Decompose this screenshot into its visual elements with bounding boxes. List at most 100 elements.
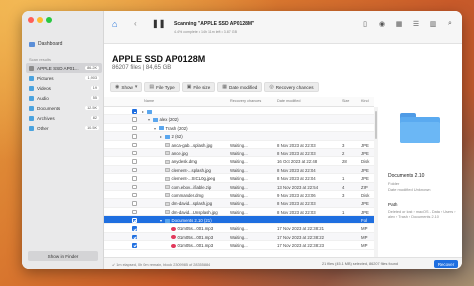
row-checkbox[interactable] bbox=[132, 226, 137, 231]
table-row[interactable]: commander.dmg Waiting... 9 Nov 2023 at 23:… bbox=[104, 191, 374, 200]
sidebar-item-count: 86.2K bbox=[85, 66, 99, 70]
folder-icon bbox=[165, 218, 170, 223]
sidebar-item-count: 12.5K bbox=[85, 106, 99, 110]
row-checkbox[interactable] bbox=[132, 159, 137, 164]
preview-icon[interactable]: ◉ bbox=[378, 20, 386, 28]
row-checkbox[interactable] bbox=[132, 167, 137, 173]
filter-button[interactable]: ◉ Show ▾ bbox=[110, 82, 143, 92]
table-row[interactable]: com.ebov...ifiable.zip Waiting... 13 Nov 2… bbox=[104, 182, 374, 191]
close-window-button[interactable] bbox=[28, 17, 34, 23]
disclosure-icon[interactable]: ▾ bbox=[154, 126, 157, 131]
disclosure-icon[interactable]: ▸ bbox=[160, 134, 163, 139]
grid-icon[interactable]: ▦ bbox=[395, 20, 403, 28]
preview-pane: Documents 2.10 Folder Date modified Unkn… bbox=[378, 97, 462, 257]
pause-icon[interactable]: ❚❚ bbox=[152, 19, 165, 28]
table-row[interactable]: anydesk.dmg Waiting... 16 Oct 2023 at 22:4… bbox=[104, 157, 374, 166]
column-size[interactable]: Size bbox=[342, 99, 349, 103]
sidebar-item[interactable]: Documents 12.5K bbox=[26, 103, 102, 113]
table-row[interactable]: ▸ bbox=[104, 107, 374, 116]
row-name: anydesk.dmg bbox=[171, 159, 198, 165]
row-name-cell: dm-david...splash.jpg bbox=[160, 201, 212, 206]
disclosure-icon[interactable]: ▾ bbox=[148, 117, 151, 122]
column-kind[interactable]: Kind bbox=[361, 99, 369, 103]
other-icon bbox=[29, 125, 34, 131]
table-row[interactable]: 01m05s...001.mp3 Waiting... 17 Nov 2023 at… bbox=[104, 232, 374, 242]
table-row[interactable]: ▸ 2 (62) bbox=[104, 132, 374, 141]
row-checkbox[interactable] bbox=[132, 234, 137, 240]
table-row[interactable]: ▾ Documents 2.10 (21) Fol bbox=[104, 216, 374, 225]
show-in-finder-button[interactable]: Show in Finder bbox=[28, 251, 98, 261]
sidebar-item[interactable]: APPLE SSD AP01... 86.2K bbox=[26, 63, 102, 73]
row-checkbox[interactable] bbox=[132, 243, 137, 248]
row-checkbox[interactable] bbox=[132, 150, 137, 156]
home-icon[interactable]: ⌂ bbox=[112, 19, 117, 29]
row-name-cell: 01m05s...001.mp3 bbox=[166, 243, 213, 248]
row-name: Trash (202) bbox=[165, 125, 188, 131]
sidebar-item[interactable]: Videos 19 bbox=[26, 83, 102, 93]
filter-button[interactable]: ▣ File size bbox=[181, 82, 216, 92]
row-checkbox[interactable] bbox=[132, 176, 137, 181]
filter-button[interactable]: ▤ File Type bbox=[144, 82, 180, 92]
column-name[interactable]: Name bbox=[144, 99, 154, 103]
file-icon bbox=[165, 193, 170, 198]
sidebar-item-label: Videos bbox=[37, 85, 51, 91]
sidebar-item-label: Other bbox=[37, 125, 49, 131]
row-checkbox[interactable] bbox=[132, 117, 137, 122]
row-date: 16 Oct 2023 at 22:48 bbox=[277, 159, 318, 165]
search-icon[interactable]: ⌕ bbox=[446, 20, 454, 28]
table-row[interactable]: dm-david...splash.jpg Waiting... 8 Nov 202… bbox=[104, 199, 374, 208]
table-row[interactable]: clement-...SICL0g.jpeg Waiting... 8 Nov 20… bbox=[104, 174, 374, 183]
table-row[interactable]: 01m05s...001.mp3 Waiting... 17 Nov 2023 at… bbox=[104, 241, 374, 250]
sidebar-item-dashboard[interactable]: Dashboard bbox=[26, 39, 100, 49]
row-name: dm-david...Unsplash.jpg bbox=[171, 209, 218, 215]
column-date[interactable]: Date modified bbox=[277, 99, 300, 103]
sidebar-item-count: 19 bbox=[90, 86, 99, 90]
row-checkbox[interactable] bbox=[132, 134, 137, 139]
table-row[interactable]: 01m05s...001.mp3 Waiting... 17 Nov 2023 at… bbox=[104, 224, 374, 233]
sidebar-item[interactable]: Archives 82 bbox=[26, 113, 102, 123]
zoom-window-button[interactable] bbox=[46, 17, 52, 23]
column-recovery[interactable]: Recovery chances bbox=[230, 99, 261, 103]
minimize-window-button[interactable] bbox=[37, 17, 43, 23]
table-row[interactable]: anca-gab...splash.jpg Waiting... 8 Nov 202… bbox=[104, 141, 374, 149]
row-checkbox[interactable] bbox=[132, 192, 137, 198]
row-checkbox[interactable] bbox=[132, 184, 137, 190]
table-row[interactable]: dm-david...Unsplash.jpg Waiting... 8 Nov 2… bbox=[104, 208, 374, 217]
recovery-icon: ◎ bbox=[269, 84, 274, 90]
columns-icon[interactable]: ▥ bbox=[429, 20, 437, 28]
filter-button[interactable]: ◎ Recovery chances bbox=[264, 82, 319, 92]
file-icon bbox=[165, 159, 170, 164]
document-icon[interactable]: ▯ bbox=[361, 20, 369, 28]
table-row[interactable]: ▾ alex (202) bbox=[104, 115, 374, 124]
row-size: 3 bbox=[342, 142, 345, 148]
filter-button[interactable]: ▦ Date modified bbox=[217, 82, 263, 92]
audio-file-icon bbox=[171, 243, 176, 248]
scrollbar-thumb[interactable] bbox=[375, 111, 377, 139]
list-icon[interactable]: ☰ bbox=[412, 20, 420, 28]
row-date: 17 Nov 2023 at 22:38:22 bbox=[277, 234, 325, 240]
filetype-icon: ▤ bbox=[149, 84, 155, 90]
table-row[interactable]: ▾ Trash (202) bbox=[104, 124, 374, 133]
row-checkbox[interactable] bbox=[132, 109, 137, 114]
recover-button[interactable]: Recover bbox=[434, 260, 458, 268]
table-row[interactable]: clement-...splash.jpg Waiting... 8 Nov 202… bbox=[104, 165, 374, 175]
selection-summary: 21 files (45.1 MB) selected, 86207 files… bbox=[322, 262, 398, 266]
row-recovery: Waiting... bbox=[230, 192, 248, 198]
dashboard-icon bbox=[29, 41, 35, 47]
row-checkbox[interactable] bbox=[132, 218, 137, 223]
row-kind: JPE bbox=[361, 176, 369, 182]
row-recovery: Waiting... bbox=[230, 176, 248, 182]
row-checkbox[interactable] bbox=[132, 142, 137, 148]
table-row[interactable]: ance.jpg Waiting... 8 Nov 2023 at 22:03 2 JP… bbox=[104, 148, 374, 158]
back-icon[interactable]: ‹ bbox=[134, 19, 137, 28]
sidebar-section-label: Scan results bbox=[29, 57, 52, 62]
disclosure-icon[interactable]: ▸ bbox=[142, 109, 145, 114]
row-checkbox[interactable] bbox=[132, 209, 137, 215]
disclosure-icon[interactable]: ▾ bbox=[160, 218, 163, 223]
row-checkbox[interactable] bbox=[132, 125, 137, 131]
row-size: 1 bbox=[342, 209, 345, 215]
sidebar-item[interactable]: Pictures 1,903 bbox=[26, 73, 102, 83]
sidebar-item[interactable]: Audio 55 bbox=[26, 93, 102, 103]
row-checkbox[interactable] bbox=[132, 201, 137, 206]
sidebar-item[interactable]: Other 10.5K bbox=[26, 123, 102, 133]
